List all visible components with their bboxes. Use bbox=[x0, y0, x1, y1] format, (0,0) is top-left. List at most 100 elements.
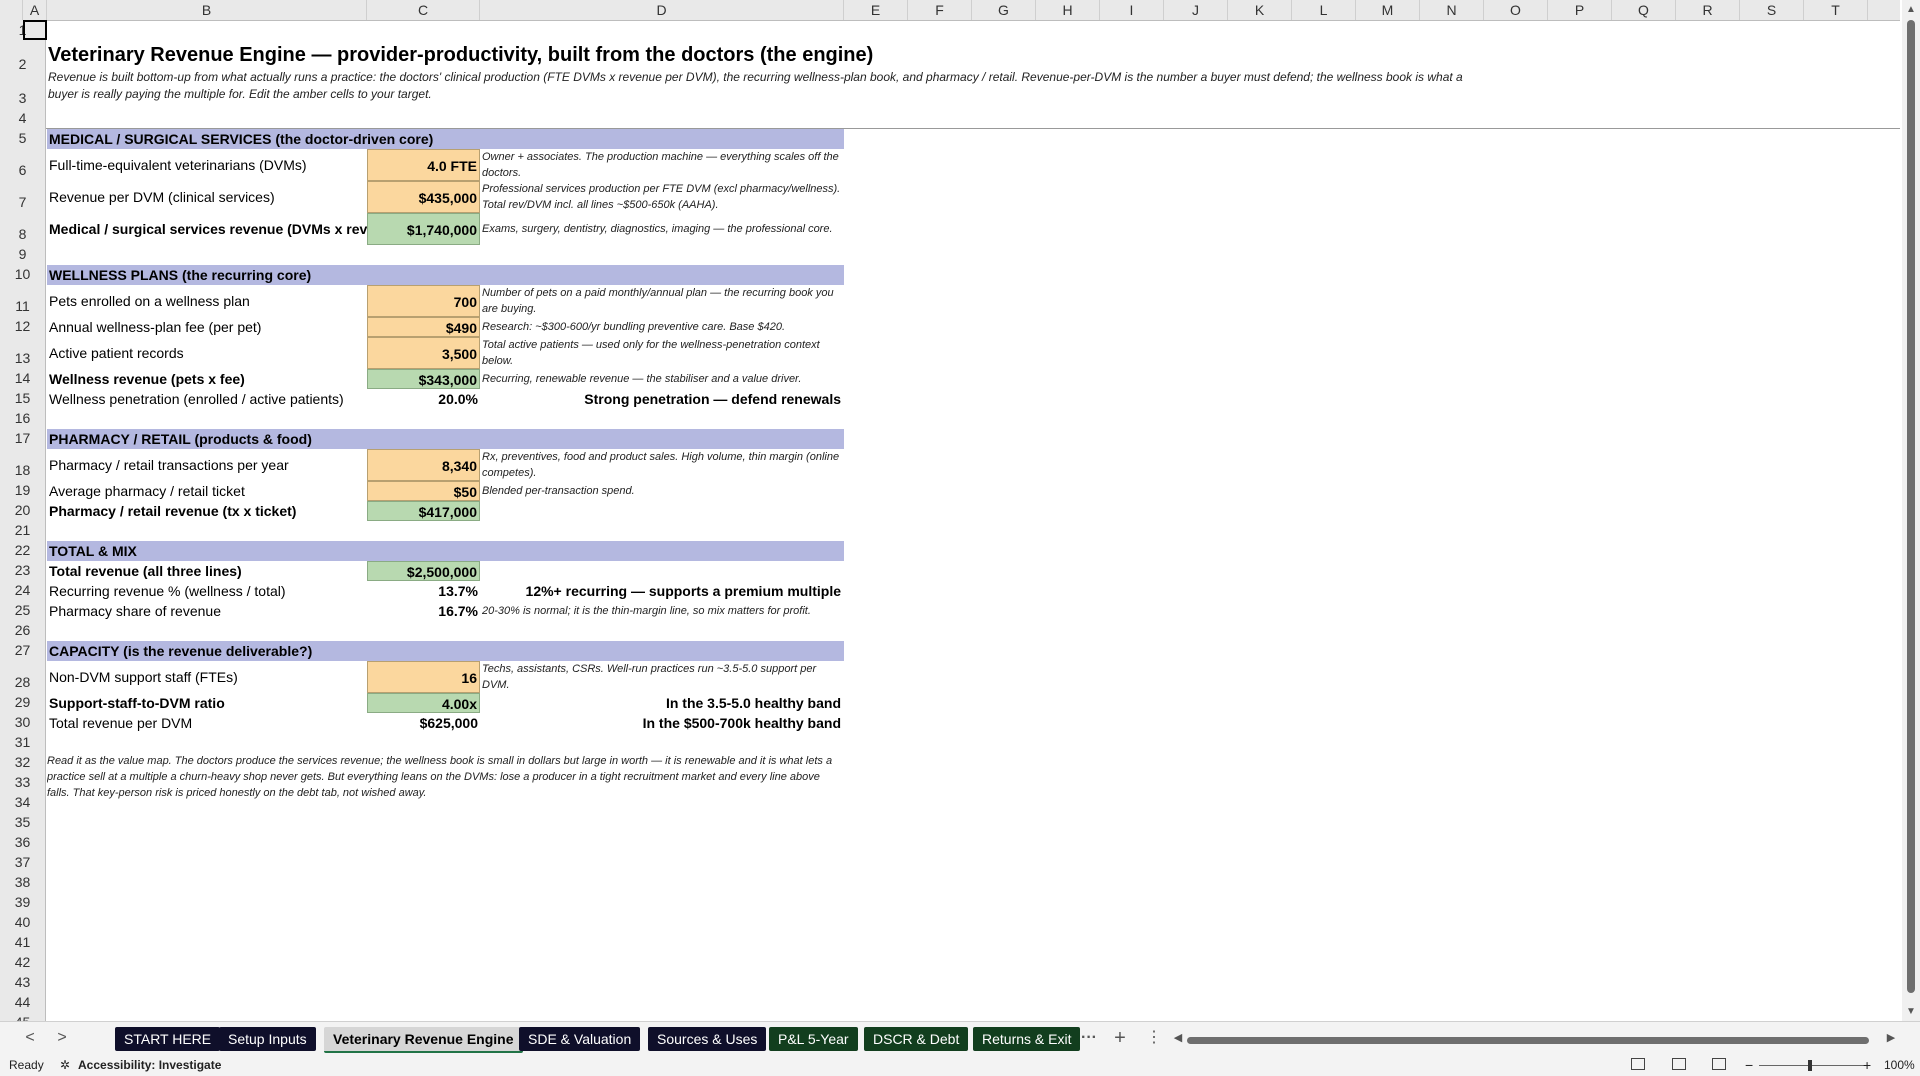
add-sheet-icon[interactable]: + bbox=[1110, 1026, 1130, 1050]
input-pets-enrolled[interactable]: 700 bbox=[367, 285, 480, 317]
row-header[interactable]: 42 bbox=[0, 952, 45, 972]
column-header-n[interactable]: N bbox=[1420, 0, 1484, 20]
column-header-m[interactable]: M bbox=[1356, 0, 1420, 20]
row-header[interactable]: 25 bbox=[0, 600, 45, 620]
row-header[interactable]: 19 bbox=[0, 480, 45, 500]
tab-returns-exit[interactable]: Returns & Exit bbox=[973, 1027, 1081, 1051]
column-header-j[interactable]: J bbox=[1164, 0, 1228, 20]
input-support-staff[interactable]: 16 bbox=[367, 661, 480, 693]
row-header[interactable]: 3 bbox=[0, 74, 45, 108]
row-header[interactable]: 22 bbox=[0, 540, 45, 560]
column-header-l[interactable]: L bbox=[1292, 0, 1356, 20]
row-header[interactable]: 16 bbox=[0, 408, 45, 428]
row-header[interactable]: 41 bbox=[0, 932, 45, 952]
row-header[interactable]: 21 bbox=[0, 520, 45, 540]
select-all-corner[interactable] bbox=[0, 0, 23, 20]
row-header[interactable]: 6 bbox=[0, 148, 45, 180]
calc-pharmacy-revenue[interactable]: $417,000 bbox=[367, 501, 480, 521]
zoom-out-icon[interactable]: − bbox=[1745, 1055, 1753, 1076]
page-break-view-icon[interactable] bbox=[1712, 1058, 1726, 1070]
input-wellness-fee[interactable]: $490 bbox=[367, 317, 480, 337]
row-header[interactable]: 7 bbox=[0, 180, 45, 212]
tab-veterinary-revenue-engine[interactable]: Veterinary Revenue Engine bbox=[324, 1027, 523, 1053]
zoom-slider-handle[interactable] bbox=[1808, 1060, 1812, 1071]
column-header-r[interactable]: R bbox=[1676, 0, 1740, 20]
column-header-p[interactable]: P bbox=[1548, 0, 1612, 20]
row-header[interactable]: 12 bbox=[0, 316, 45, 336]
row-header[interactable]: 30 bbox=[0, 712, 45, 732]
input-pharmacy-ticket[interactable]: $50 bbox=[367, 481, 480, 501]
row-header[interactable]: 23 bbox=[0, 560, 45, 580]
column-header-k[interactable]: K bbox=[1228, 0, 1292, 20]
sheet-menu-icon[interactable]: ⋮ bbox=[1144, 1026, 1164, 1050]
row-header[interactable]: 18 bbox=[0, 448, 45, 480]
scroll-down-icon[interactable]: ▼ bbox=[1906, 1006, 1916, 1017]
page-layout-view-icon[interactable] bbox=[1672, 1058, 1686, 1070]
value-pharmacy-share[interactable]: 16.7% bbox=[367, 601, 480, 621]
zoom-slider-track[interactable] bbox=[1759, 1065, 1869, 1066]
worksheet-grid[interactable]: Veterinary Revenue Engine — provider-pro… bbox=[46, 21, 1900, 1021]
tab-setup-inputs[interactable]: Setup Inputs bbox=[219, 1027, 316, 1051]
row-header[interactable]: 10 bbox=[0, 264, 45, 284]
row-header[interactable]: 44 bbox=[0, 992, 45, 1012]
value-recurring-pct[interactable]: 13.7% bbox=[367, 581, 480, 601]
prev-sheet-icon[interactable]: < bbox=[20, 1026, 40, 1050]
row-header[interactable]: 33 bbox=[0, 772, 45, 792]
row-header[interactable]: 5 bbox=[0, 128, 45, 148]
row-header[interactable]: 37 bbox=[0, 852, 45, 872]
calc-total-revenue[interactable]: $2,500,000 bbox=[367, 561, 480, 581]
scroll-left-icon[interactable]: ◀ bbox=[1168, 1026, 1188, 1050]
horizontal-scroll-thumb[interactable] bbox=[1187, 1037, 1869, 1044]
calc-staff-ratio[interactable]: 4.00x bbox=[367, 693, 480, 713]
column-header-c[interactable]: C bbox=[367, 0, 480, 20]
tab-sde-valuation[interactable]: SDE & Valuation bbox=[519, 1027, 641, 1051]
row-header[interactable]: 39 bbox=[0, 892, 45, 912]
row-header[interactable]: 28 bbox=[0, 660, 45, 692]
column-header-b[interactable]: B bbox=[47, 0, 367, 20]
scroll-up-icon[interactable]: ▲ bbox=[1906, 4, 1916, 15]
tab-start-here[interactable]: START HERE bbox=[115, 1027, 221, 1051]
input-rev-per-dvm[interactable]: $435,000 bbox=[367, 181, 480, 213]
accessibility-icon[interactable]: ✲ bbox=[60, 1055, 70, 1076]
status-accessibility[interactable]: Accessibility: Investigate bbox=[78, 1055, 221, 1076]
column-header-t[interactable]: T bbox=[1804, 0, 1868, 20]
column-header-s[interactable]: S bbox=[1740, 0, 1804, 20]
input-pharmacy-tx[interactable]: 8,340 bbox=[367, 449, 480, 481]
tab-sources-uses[interactable]: Sources & Uses bbox=[648, 1027, 767, 1051]
more-sheets-icon[interactable]: ··· bbox=[1079, 1026, 1099, 1050]
active-cell-a1[interactable] bbox=[23, 20, 47, 40]
input-dvms[interactable]: 4.0 FTE bbox=[367, 149, 480, 181]
row-header[interactable]: 15 bbox=[0, 388, 45, 408]
column-header-d[interactable]: D bbox=[480, 0, 844, 20]
row-header[interactable]: 24 bbox=[0, 580, 45, 600]
row-header[interactable]: 40 bbox=[0, 912, 45, 932]
calc-medical-revenue[interactable]: $1,740,000 bbox=[367, 213, 480, 245]
row-header[interactable]: 29 bbox=[0, 692, 45, 712]
row-header[interactable]: 9 bbox=[0, 244, 45, 264]
column-header-f[interactable]: F bbox=[908, 0, 972, 20]
row-header[interactable]: 20 bbox=[0, 500, 45, 520]
input-active-records[interactable]: 3,500 bbox=[367, 337, 480, 369]
column-header-i[interactable]: I bbox=[1100, 0, 1164, 20]
row-header[interactable]: 32 bbox=[0, 752, 45, 772]
tab-pl-5-year[interactable]: P&L 5-Year bbox=[769, 1027, 858, 1051]
scroll-right-icon[interactable]: ▶ bbox=[1881, 1026, 1901, 1050]
row-header[interactable]: 11 bbox=[0, 284, 45, 316]
row-header[interactable]: 38 bbox=[0, 872, 45, 892]
vertical-scroll-thumb[interactable] bbox=[1907, 20, 1915, 993]
zoom-level[interactable]: 100% bbox=[1884, 1055, 1915, 1076]
row-header[interactable]: 43 bbox=[0, 972, 45, 992]
column-header-g[interactable]: G bbox=[972, 0, 1036, 20]
next-sheet-icon[interactable]: > bbox=[52, 1026, 72, 1050]
row-header[interactable]: 34 bbox=[0, 792, 45, 812]
row-header[interactable]: 17 bbox=[0, 428, 45, 448]
column-header-q[interactable]: Q bbox=[1612, 0, 1676, 20]
row-header[interactable]: 31 bbox=[0, 732, 45, 752]
column-header-h[interactable]: H bbox=[1036, 0, 1100, 20]
row-header[interactable]: 45 bbox=[0, 1012, 45, 1021]
column-header-a[interactable]: A bbox=[23, 0, 47, 20]
tab-dscr-debt[interactable]: DSCR & Debt bbox=[864, 1027, 969, 1051]
column-header-o[interactable]: O bbox=[1484, 0, 1548, 20]
zoom-in-icon[interactable]: + bbox=[1863, 1055, 1871, 1076]
row-header[interactable]: 13 bbox=[0, 336, 45, 368]
